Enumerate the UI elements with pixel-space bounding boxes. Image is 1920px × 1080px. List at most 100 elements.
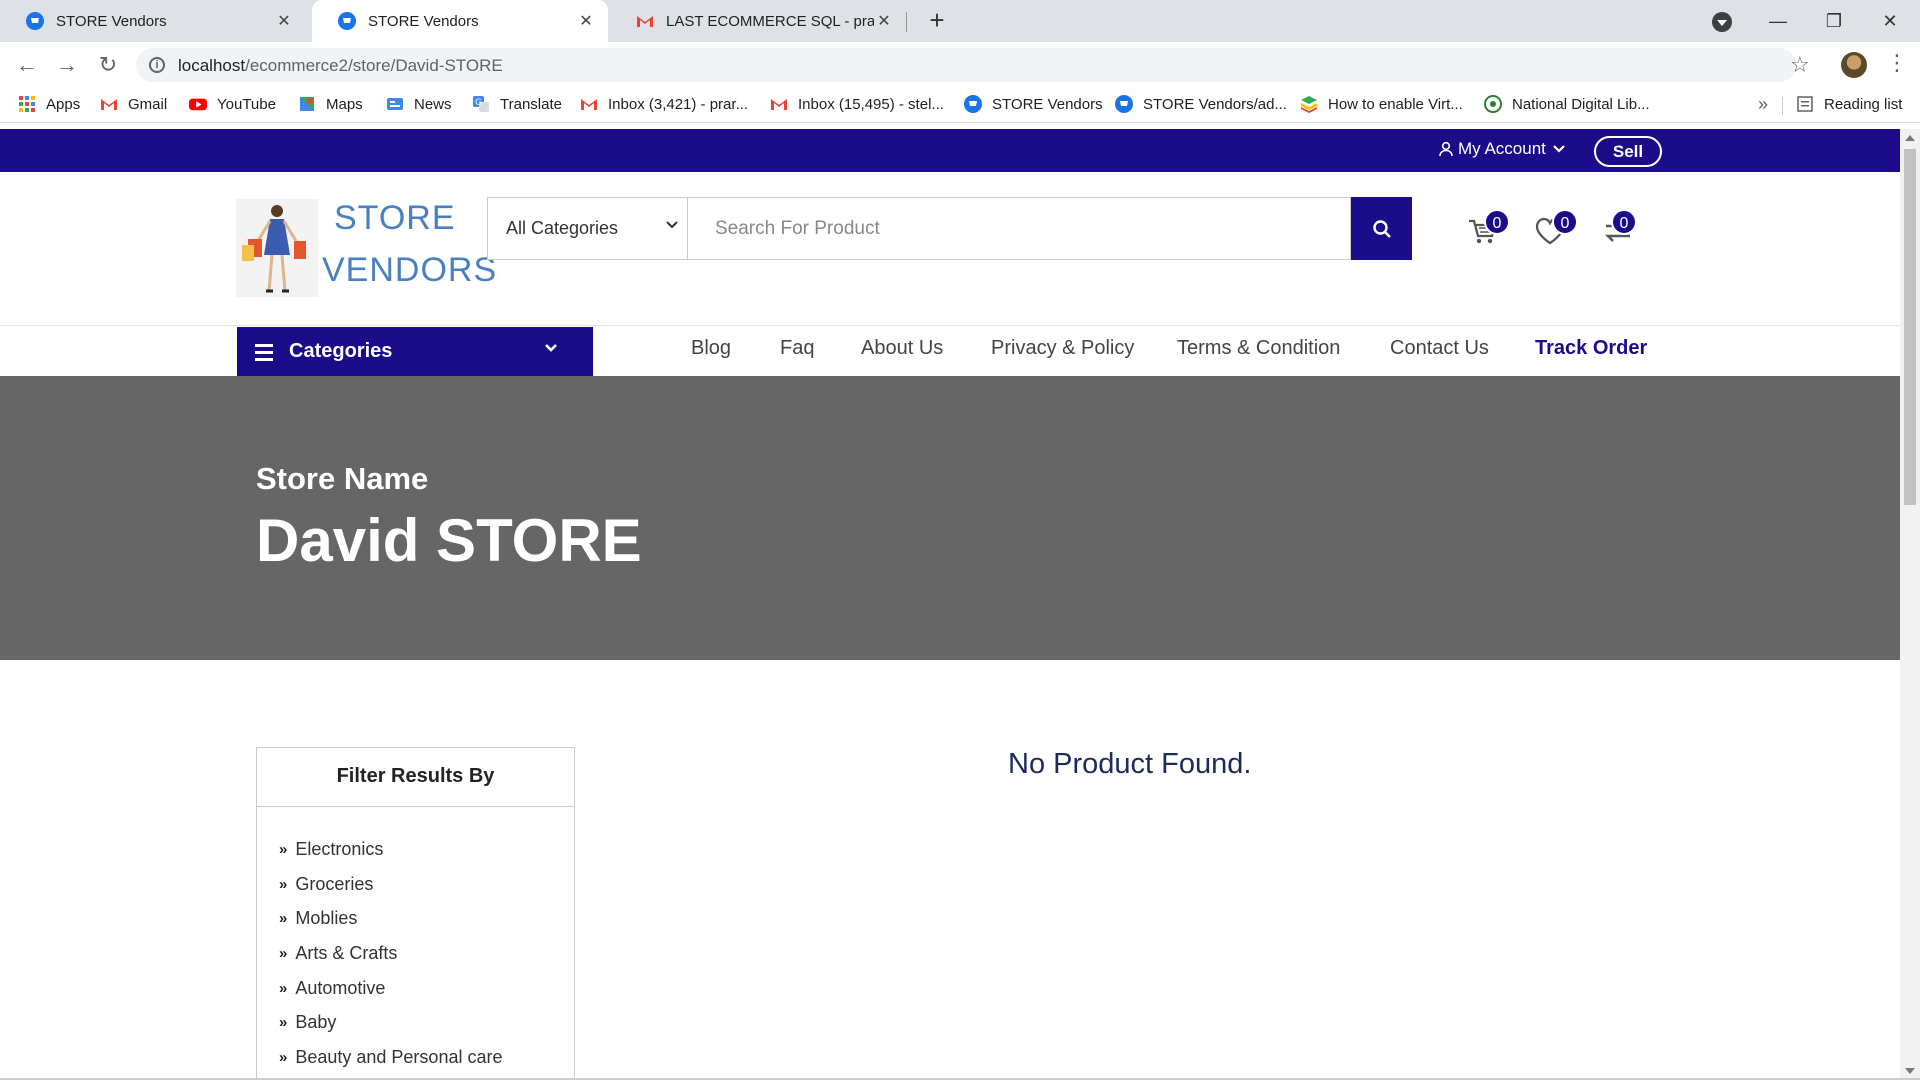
- site-topbar: My Account Sell: [0, 129, 1900, 172]
- tab-search-icon[interactable]: [1712, 12, 1732, 32]
- categories-menu-button[interactable]: Categories: [237, 327, 593, 377]
- wishlist-count-badge: 0: [1552, 209, 1578, 235]
- bookmark-virtualization[interactable]: How to enable Virt...: [1300, 95, 1463, 113]
- gmail-icon: [581, 99, 597, 110]
- address-url[interactable]: localhost/ecommerce2/store/David-STORE: [178, 56, 503, 76]
- profile-avatar[interactable]: [1841, 52, 1867, 78]
- filter-category-label: Arts & Crafts: [295, 942, 398, 963]
- site-info-icon[interactable]: i: [149, 57, 165, 73]
- chevron-down-icon: [545, 344, 557, 352]
- restore-icon[interactable]: ❐: [1806, 0, 1862, 42]
- bookmark-store-vendors-admin[interactable]: STORE Vendors/ad...: [1115, 95, 1287, 113]
- filter-category-item[interactable]: » Baby: [279, 1005, 502, 1040]
- reload-icon[interactable]: ↻: [93, 50, 123, 80]
- filter-category-item[interactable]: » Groceries: [279, 867, 502, 902]
- bookmark-maps[interactable]: Maps: [298, 95, 363, 113]
- double-chevron-right-icon: »: [279, 875, 288, 893]
- scroll-up-icon[interactable]: [1905, 135, 1915, 141]
- logo-text-store: STORE: [334, 199, 456, 237]
- filter-category-item[interactable]: » Arts & Crafts: [279, 936, 502, 971]
- bookmark-label: STORE Vendors/ad...: [1143, 95, 1287, 113]
- nav-blog[interactable]: Blog: [691, 337, 731, 360]
- bookmark-label: How to enable Virt...: [1328, 95, 1463, 113]
- bookmark-label: YouTube: [217, 95, 276, 113]
- tab-close-icon[interactable]: ✕: [274, 11, 294, 31]
- bookmark-gmail[interactable]: Gmail: [100, 95, 167, 113]
- store-favicon-icon: [338, 12, 356, 30]
- filter-category-item[interactable]: » Beauty and Personal care: [279, 1040, 502, 1075]
- browser-tab-1[interactable]: STORE Vendors ✕: [0, 0, 306, 42]
- nav-terms-condition[interactable]: Terms & Condition: [1177, 337, 1340, 360]
- bookmark-label: Apps: [46, 95, 81, 113]
- forward-arrow-icon[interactable]: →: [52, 50, 82, 80]
- site-logo[interactable]: STORE VENDORS: [236, 199, 496, 297]
- bookmarks-divider: [1782, 97, 1783, 115]
- browser-tab-2[interactable]: STORE Vendors ✕: [312, 0, 608, 42]
- search-button[interactable]: [1351, 197, 1412, 260]
- filter-sidebar: Filter Results By » Electronics » Grocerie…: [256, 747, 575, 1080]
- double-chevron-right-icon: »: [279, 944, 288, 962]
- gmail-icon: [101, 99, 117, 110]
- nav-track-order[interactable]: Track Order: [1535, 337, 1647, 360]
- chevron-down-icon: [1553, 145, 1565, 153]
- tab-title: LAST ECOMMERCE SQL - prartha: [666, 12, 874, 30]
- nav-faq[interactable]: Faq: [780, 337, 814, 360]
- bookmark-label: Inbox (3,421) - prar...: [608, 95, 749, 113]
- tab-close-icon[interactable]: ✕: [874, 11, 894, 31]
- hamburger-icon: [255, 344, 273, 365]
- filter-category-label: Moblies: [295, 908, 358, 929]
- bookmark-store-vendors[interactable]: STORE Vendors: [964, 95, 1103, 113]
- double-chevron-right-icon: »: [279, 1014, 288, 1032]
- store-favicon-icon: [26, 12, 44, 30]
- translate-icon: G: [473, 96, 489, 112]
- bookmark-ndl[interactable]: National Digital Lib...: [1484, 95, 1650, 113]
- logo-text-vendors: VENDORS: [322, 251, 498, 289]
- filter-category-item[interactable]: » Automotive: [279, 971, 502, 1006]
- filter-category-list: » Electronics » Groceries » Moblies » Arts &…: [279, 832, 502, 1075]
- bookmark-apps[interactable]: Apps: [18, 95, 80, 113]
- nav-about-us[interactable]: About Us: [861, 337, 943, 360]
- filter-category-item[interactable]: » Electronics: [279, 832, 502, 867]
- double-chevron-right-icon: »: [279, 840, 288, 858]
- user-icon: [1439, 141, 1453, 157]
- browser-tab-3[interactable]: LAST ECOMMERCE SQL - prartha ✕: [610, 0, 906, 42]
- bookmark-star-icon[interactable]: ☆: [1790, 52, 1810, 78]
- bookmark-news[interactable]: News: [386, 95, 452, 113]
- search-input[interactable]: Search For Product: [687, 197, 1351, 260]
- filter-category-label: Electronics: [295, 838, 384, 859]
- youtube-icon: [189, 98, 207, 111]
- new-tab-icon[interactable]: +: [922, 6, 952, 36]
- nav-privacy-policy[interactable]: Privacy & Policy: [991, 337, 1134, 360]
- category-select[interactable]: All Categories: [487, 197, 687, 260]
- page-viewport: My Account Sell STORE VENDORS All Catego…: [0, 129, 1900, 1080]
- minimize-icon[interactable]: —: [1750, 0, 1806, 42]
- filter-category-item[interactable]: » Moblies: [279, 901, 502, 936]
- page-scrollbar[interactable]: [1900, 129, 1920, 1080]
- sell-button[interactable]: Sell: [1594, 136, 1662, 167]
- double-chevron-right-icon: »: [279, 1048, 288, 1066]
- nav-contact-us[interactable]: Contact Us: [1390, 337, 1489, 360]
- store-banner: Store Name David STORE: [0, 376, 1900, 660]
- bookmark-label: Gmail: [128, 95, 168, 113]
- tab-close-icon[interactable]: ✕: [576, 11, 596, 31]
- search-placeholder: Search For Product: [715, 217, 880, 239]
- filter-category-label: Groceries: [295, 873, 374, 894]
- browser-menu-icon[interactable]: ⋮: [1886, 52, 1908, 74]
- double-chevron-right-icon: »: [279, 910, 288, 928]
- close-window-icon[interactable]: ✕: [1862, 0, 1918, 42]
- scroll-down-icon[interactable]: [1905, 1068, 1915, 1074]
- filter-category-label: Automotive: [295, 977, 386, 998]
- bookmark-translate[interactable]: G Translate: [472, 95, 562, 113]
- filter-category-label: Baby: [295, 1012, 337, 1033]
- bookmark-label: National Digital Lib...: [1512, 95, 1650, 113]
- bookmark-inbox-1[interactable]: Inbox (3,421) - prar...: [580, 95, 748, 113]
- bookmarks-overflow-icon[interactable]: »: [1758, 94, 1768, 115]
- bookmark-youtube[interactable]: YouTube: [189, 95, 276, 113]
- reading-list[interactable]: Reading list: [1796, 95, 1902, 113]
- bookmark-inbox-2[interactable]: Inbox (15,495) - stel...: [770, 95, 944, 113]
- my-account-menu[interactable]: My Account: [1438, 139, 1566, 159]
- apps-grid-icon: [19, 96, 35, 112]
- back-arrow-icon[interactable]: ←: [12, 50, 42, 80]
- scrollbar-thumb[interactable]: [1904, 149, 1916, 505]
- tab-divider: [906, 12, 907, 32]
